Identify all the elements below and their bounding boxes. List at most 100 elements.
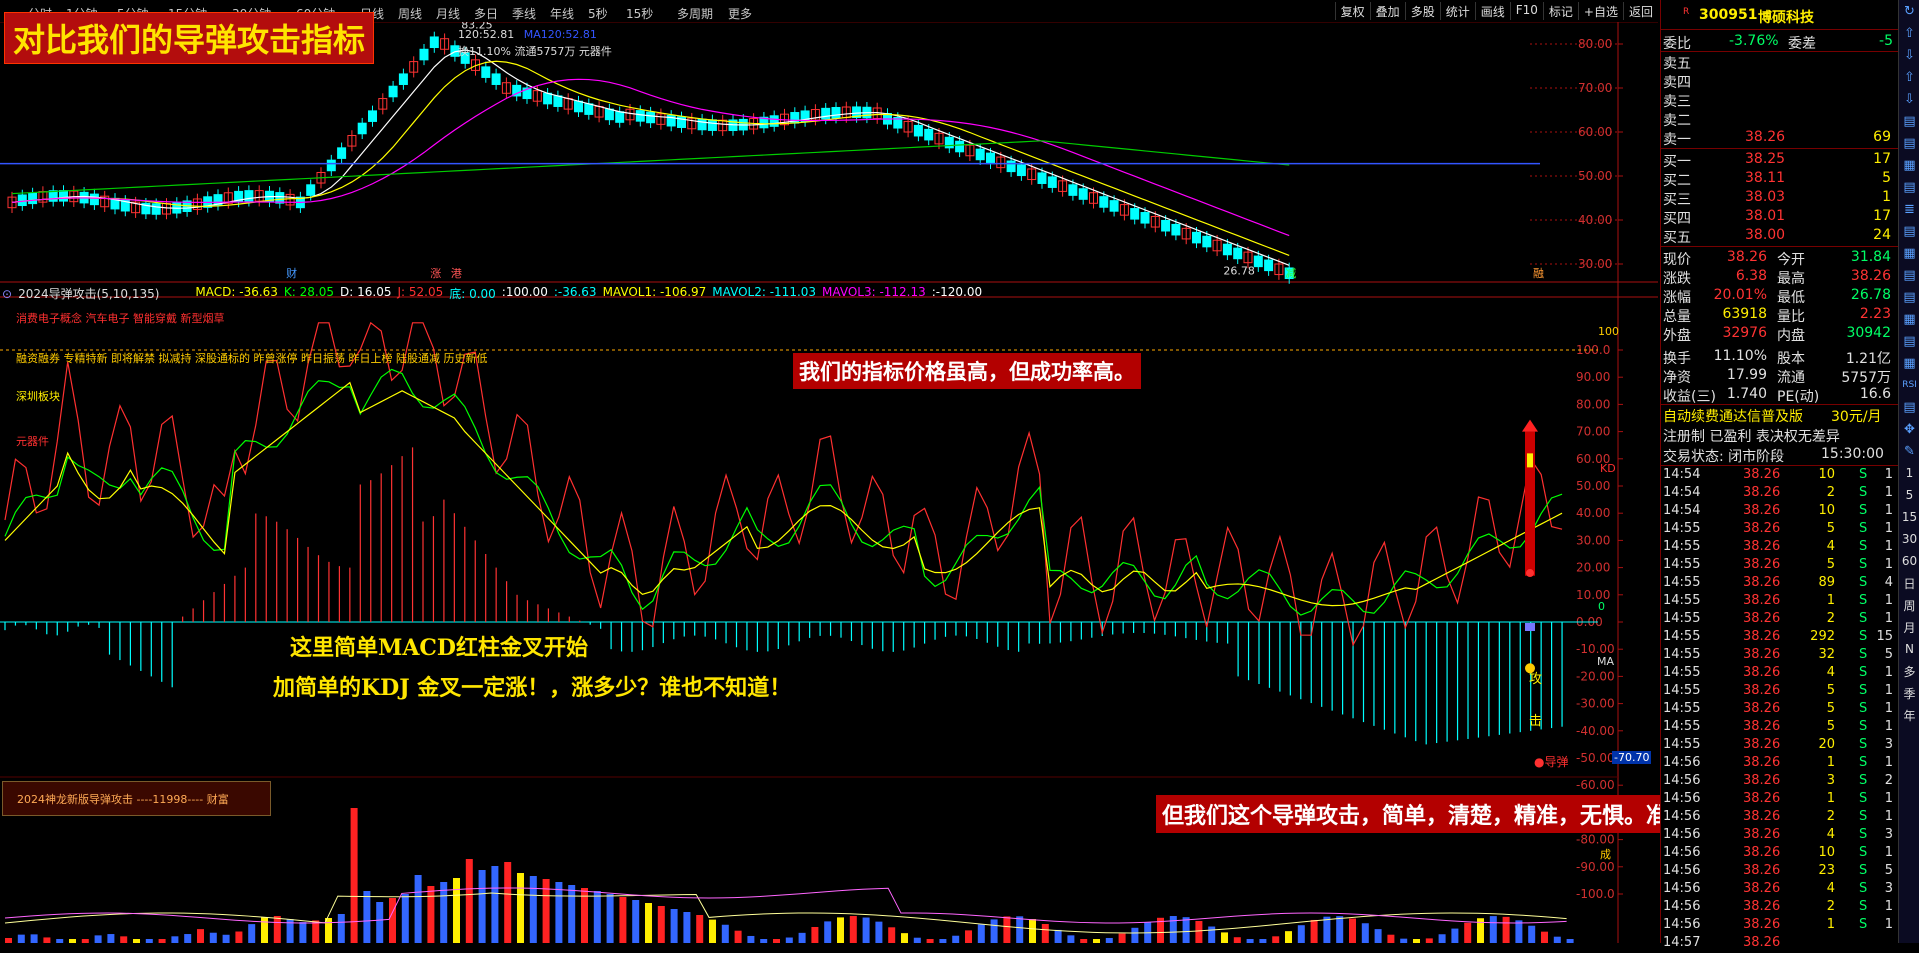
promo-text[interactable]: 自动续费通达信普及版 — [1663, 406, 1803, 426]
indicator-axis-label: -60.00 — [1576, 778, 1615, 792]
pencil-icon[interactable]: ✎ — [1899, 440, 1919, 462]
tick-cell: 1 — [1884, 809, 1893, 824]
chart-icon[interactable]: ▤ — [1899, 330, 1919, 352]
period-shortcut[interactable]: 多 — [1899, 660, 1919, 682]
ma20-line — [11, 78, 1290, 237]
volume-bar — [1361, 923, 1369, 943]
indicator-axis-label: 80.00 — [1576, 397, 1610, 411]
bottom-indicator-box[interactable]: 2024神龙新版导弹攻击 ----11998---- 财富 — [2, 781, 271, 816]
tick-cell: 38.26 — [1743, 917, 1781, 932]
volume-bar — [337, 914, 345, 943]
tick-cell: 1 — [1884, 755, 1893, 770]
indicator-value-4: 底: 0.00 — [449, 287, 496, 301]
period-tab-8[interactable]: 月线 — [436, 5, 460, 22]
volume-bar — [363, 891, 371, 943]
price-axis-label: 70.00 — [1578, 81, 1612, 95]
tick-cell: 38.26 — [1743, 503, 1781, 518]
stat-value: 1.21亿 — [1845, 351, 1891, 367]
stat-value: 11.10% — [1713, 348, 1767, 364]
period-shortcut[interactable]: 30 — [1899, 528, 1919, 550]
toolbar-button-1[interactable]: 叠加 — [1369, 2, 1405, 20]
toolbar-button-5[interactable]: F10 — [1509, 2, 1543, 20]
period-tab-9[interactable]: 多日 — [474, 5, 498, 22]
toolbar-button-7[interactable]: +自选 — [1577, 2, 1623, 20]
tick-cell: 1 — [1884, 899, 1893, 914]
chart-icon[interactable]: ▤ — [1899, 220, 1919, 242]
table-icon[interactable]: ▦ — [1899, 308, 1919, 330]
up-icon[interactable]: ⇧ — [1899, 66, 1919, 88]
volume-bar — [606, 894, 614, 943]
period-tab-12[interactable]: 5秒 — [588, 5, 608, 22]
toolbar-button-2[interactable]: 多股 — [1404, 2, 1440, 20]
table-icon[interactable]: ▦ — [1899, 154, 1919, 176]
volume-bar — [683, 912, 691, 943]
tick-cell: S — [1859, 719, 1868, 734]
ask-label: 卖一 — [1663, 132, 1691, 148]
stat-row: 涨幅 20.01% 最低 26.78 — [1663, 286, 1895, 306]
up-icon[interactable]: ⇧ — [1899, 22, 1919, 44]
toolbar-button-8[interactable]: 返回 — [1622, 2, 1658, 20]
volume-bar — [312, 920, 320, 943]
chart-icon[interactable]: ▤ — [1899, 286, 1919, 308]
tick-cell: S — [1859, 467, 1868, 482]
candle-body — [1192, 231, 1201, 244]
move-icon[interactable]: ✥ — [1899, 418, 1919, 440]
tick-row: 14:55 38.26 5 S 1 — [1663, 701, 1895, 719]
volume-bar — [1182, 917, 1190, 943]
tick-cell: 1 — [1884, 719, 1893, 734]
candle-body — [604, 108, 614, 121]
period-shortcut[interactable]: 年 — [1899, 704, 1919, 726]
promo-price[interactable]: 30元/月 — [1831, 406, 1882, 426]
tick-row: 14:54 38.26 10 S 1 — [1663, 467, 1895, 485]
table-icon[interactable]: ▦ — [1899, 242, 1919, 264]
tick-cell: 14:56 — [1663, 863, 1701, 878]
chart-icon[interactable]: ▤ — [1899, 264, 1919, 286]
toolbar-button-0[interactable]: 复权 — [1334, 2, 1370, 20]
period-shortcut[interactable]: 周 — [1899, 594, 1919, 616]
refresh-icon[interactable]: ↻ — [1899, 0, 1919, 22]
period-tab-13[interactable]: 15秒 — [626, 5, 653, 22]
candle-body — [955, 140, 965, 153]
volume-bar — [1118, 933, 1126, 943]
period-shortcut[interactable]: 月 — [1899, 616, 1919, 638]
period-tab-10[interactable]: 季线 — [512, 5, 536, 22]
period-shortcut[interactable]: 日 — [1899, 572, 1919, 594]
chart-icon[interactable]: ▤ — [1899, 396, 1919, 418]
volume-bar — [197, 929, 204, 943]
stat-label: 流通 — [1777, 370, 1805, 386]
period-tab-11[interactable]: 年线 — [550, 5, 574, 22]
stat-value: 30942 — [1846, 325, 1891, 341]
quote-panel: R 300951 博硕科技 委比 -3.76% 委差 -5 卖五 卖四 卖三 卖二 卖一… — [1660, 0, 1899, 950]
indicator-name[interactable]: 2024导弹攻击(5,10,135) — [18, 285, 159, 302]
chart-icon[interactable]: ▤ — [1899, 110, 1919, 132]
down-icon[interactable]: ⇩ — [1899, 44, 1919, 66]
period-tab-15[interactable]: 更多 — [728, 5, 752, 22]
down-icon[interactable]: ⇩ — [1899, 88, 1919, 110]
period-shortcut[interactable]: 1 — [1899, 462, 1919, 484]
period-shortcut[interactable]: N — [1899, 638, 1919, 660]
period-shortcut[interactable]: 60 — [1899, 550, 1919, 572]
tick-row: 14:55 38.26 4 S 1 — [1663, 665, 1895, 683]
candle-body — [646, 111, 656, 124]
trade-status: 交易状态: 闭市阶段 — [1663, 449, 1785, 465]
collapse-icon[interactable]: ⊙ — [2, 287, 12, 301]
period-shortcut[interactable]: 5 — [1899, 484, 1919, 506]
rsi-icon[interactable]: RSI — [1899, 374, 1919, 396]
chart-icon[interactable]: ▤ — [1899, 176, 1919, 198]
bid-price: 38.00 — [1745, 227, 1786, 243]
chart-icon[interactable]: ▤ — [1899, 132, 1919, 154]
toolbar-button-3[interactable]: 统计 — [1439, 2, 1475, 20]
period-shortcut[interactable]: 15 — [1899, 506, 1919, 528]
toolbar-button-4[interactable]: 画线 — [1474, 2, 1510, 20]
bid-volume: 17 — [1873, 151, 1891, 167]
tick-cell: 14:55 — [1663, 647, 1701, 662]
toolbar-button-6[interactable]: 标记 — [1542, 2, 1578, 20]
period-tab-7[interactable]: 周线 — [398, 5, 422, 22]
period-shortcut[interactable]: 季 — [1899, 682, 1919, 704]
volume-bar — [389, 898, 396, 943]
tick-cell: 14:55 — [1663, 557, 1701, 572]
period-tab-14[interactable]: 多周期 — [677, 5, 713, 22]
table-icon[interactable]: ▦ — [1899, 352, 1919, 374]
list-icon[interactable]: ≣ — [1899, 198, 1919, 220]
candle-body — [1161, 219, 1171, 232]
